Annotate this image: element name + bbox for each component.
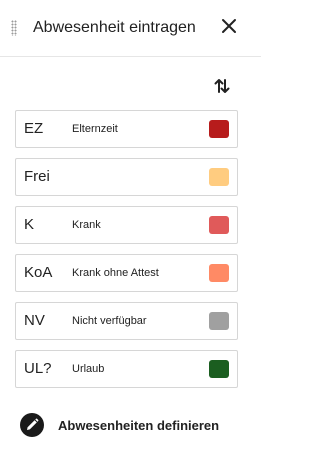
color-swatch xyxy=(209,312,229,330)
define-absences-button[interactable]: Abwesenheiten definieren xyxy=(20,412,219,438)
color-swatch xyxy=(209,264,229,282)
absence-item-frei[interactable]: Frei xyxy=(15,158,238,196)
define-absences-label: Abwesenheiten definieren xyxy=(58,417,220,433)
absence-item-ul[interactable]: UL? Urlaub xyxy=(15,350,238,388)
absence-item-nv[interactable]: NV Nicht verfügbar xyxy=(15,302,238,340)
panel-title: Abwesenheit eintragen xyxy=(33,19,196,36)
absence-label: Krank ohne Attest xyxy=(72,267,159,279)
absence-code: K xyxy=(24,216,35,233)
absence-code: Frei xyxy=(24,168,50,185)
color-swatch xyxy=(209,120,229,138)
absence-code: KoA xyxy=(24,264,53,281)
sort-button[interactable] xyxy=(210,74,234,98)
drag-handle-icon[interactable] xyxy=(11,20,17,36)
absence-label: Nicht verfügbar xyxy=(72,315,147,327)
panel-header: Abwesenheit eintragen xyxy=(0,0,261,57)
absence-label: Krank xyxy=(72,219,101,231)
absence-item-koa[interactable]: KoA Krank ohne Attest xyxy=(15,254,238,292)
absence-label: Urlaub xyxy=(72,363,105,375)
absence-code: NV xyxy=(24,312,45,329)
color-swatch xyxy=(209,360,229,378)
absence-panel: Abwesenheit eintragen EZ Elternzeit Frei… xyxy=(0,0,261,460)
absence-label: Elternzeit xyxy=(72,123,118,135)
color-swatch xyxy=(209,216,229,234)
close-button[interactable] xyxy=(218,15,240,37)
close-icon xyxy=(222,19,236,33)
pencil-icon xyxy=(20,413,44,437)
absence-item-k[interactable]: K Krank xyxy=(15,206,238,244)
absence-item-ez[interactable]: EZ Elternzeit xyxy=(15,110,238,148)
color-swatch xyxy=(209,168,229,186)
absence-code: EZ xyxy=(24,120,44,137)
sort-icon xyxy=(214,79,230,93)
absence-code: UL? xyxy=(24,360,52,377)
